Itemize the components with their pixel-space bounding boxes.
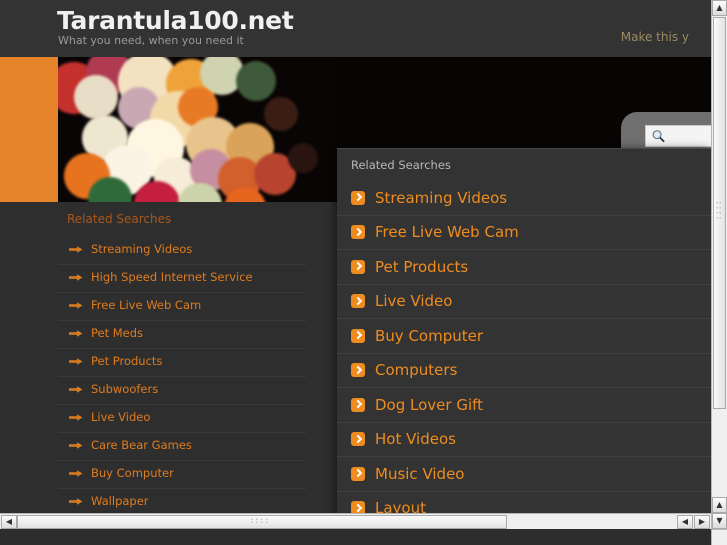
- site-title: Tarantula100.net: [57, 6, 293, 35]
- horizontal-scrollbar[interactable]: ◀ ◀ ▶: [0, 513, 711, 529]
- sidebar-item-label: Live Video: [91, 410, 150, 424]
- sidebar-list-item[interactable]: Pet Meds: [58, 321, 306, 349]
- vertical-scroll-thumb[interactable]: [713, 17, 726, 409]
- overlay-row[interactable]: Pet Products: [337, 250, 711, 285]
- chevron-right-icon: [351, 191, 365, 205]
- scrollbar-corner: [711, 529, 727, 545]
- overlay-item-label: Live Video: [375, 292, 452, 310]
- overlay-item-label: Pet Products: [375, 258, 468, 276]
- overlay-row[interactable]: Computers: [337, 354, 711, 389]
- sidebar-heading: Related Searches: [67, 212, 306, 226]
- sidebar-item-label: Free Live Web Cam: [91, 298, 201, 312]
- chevron-right-icon: [351, 432, 365, 446]
- sidebar-item-label: Pet Meds: [91, 326, 143, 340]
- sidebar-list-item[interactable]: Care Bear Games: [58, 433, 306, 461]
- scroll-right-button[interactable]: ▶: [694, 515, 710, 529]
- scroll-up-button-secondary[interactable]: ▲: [712, 497, 727, 513]
- overlay-item-label: Computers: [375, 361, 457, 379]
- overlay-item-label: Dog Lover Gift: [375, 396, 483, 414]
- sidebar-item-label: Care Bear Games: [91, 438, 192, 452]
- chevron-right-icon: [351, 294, 365, 308]
- overlay-row[interactable]: Live Video: [337, 285, 711, 320]
- vertical-scrollbar[interactable]: ▲ ▲ ▼: [711, 0, 727, 545]
- down-arrow-icon: ▼: [716, 517, 722, 525]
- make-homepage-link[interactable]: Make this y: [621, 30, 689, 44]
- chevron-right-icon: [351, 260, 365, 274]
- sidebar-item-label: Pet Products: [91, 354, 162, 368]
- overlay-row[interactable]: Streaming Videos: [337, 181, 711, 216]
- arrow-bullet-icon: [69, 330, 83, 337]
- left-arrow-icon: ◀: [6, 518, 12, 526]
- sidebar-item-label: High Speed Internet Service: [91, 270, 253, 284]
- overlay-column-left: Streaming Videos Free Live Web Cam Pet Pro…: [337, 181, 711, 526]
- horizontal-scroll-thumb[interactable]: [17, 515, 507, 529]
- overlay-item-label: Music Video: [375, 465, 464, 483]
- arrow-bullet-icon: [69, 414, 83, 421]
- chevron-right-icon: [351, 225, 365, 239]
- browser-viewport: Tarantula100.net What you need, when you…: [0, 0, 711, 529]
- overlay-row[interactable]: Buy Computer: [337, 319, 711, 354]
- sidebar-list-item[interactable]: Pet Products: [58, 349, 306, 377]
- arrow-bullet-icon: [69, 302, 83, 309]
- left-arrow-icon-secondary: ◀: [682, 518, 688, 526]
- site-header: Tarantula100.net What you need, when you…: [0, 0, 711, 57]
- sidebar-item-label: Subwoofers: [91, 382, 158, 396]
- arrow-bullet-icon: [69, 498, 83, 505]
- sidebar-list: Streaming Videos High Speed Internet Serv…: [58, 237, 306, 517]
- overlay-row[interactable]: Hot Videos: [337, 423, 711, 458]
- up-arrow-icon-secondary: ▲: [716, 501, 722, 509]
- bokeh-lights-image: [58, 57, 335, 202]
- overlay-heading: Related Searches: [351, 158, 711, 172]
- arrow-bullet-icon: [69, 246, 83, 253]
- overlay-item-label: Free Live Web Cam: [375, 223, 519, 241]
- scroll-down-button[interactable]: ▼: [712, 513, 727, 529]
- arrow-bullet-icon: [69, 442, 83, 449]
- overlay-row[interactable]: Music Video: [337, 457, 711, 492]
- sidebar-related-searches: Related Searches Streaming Videos High Sp…: [58, 212, 306, 517]
- chevron-right-icon: [351, 329, 365, 343]
- sidebar-list-item[interactable]: Free Live Web Cam: [58, 293, 306, 321]
- site-tagline: What you need, when you need it: [58, 34, 244, 47]
- chevron-right-icon: [351, 467, 365, 481]
- sidebar-item-label: Buy Computer: [91, 466, 174, 480]
- overlay-item-label: Buy Computer: [375, 327, 483, 345]
- chevron-right-icon: [351, 363, 365, 377]
- grip-icon: [251, 519, 273, 526]
- banner-orange-block: [0, 57, 58, 202]
- arrow-bullet-icon: [69, 470, 83, 477]
- grip-icon-vertical: [716, 202, 723, 224]
- sidebar-list-item[interactable]: Streaming Videos: [58, 237, 306, 265]
- arrow-bullet-icon: [69, 274, 83, 281]
- overlay-grid: Streaming Videos Free Live Web Cam Pet Pro…: [337, 181, 711, 526]
- sidebar-list-item[interactable]: Live Video: [58, 405, 306, 433]
- chevron-right-icon: [351, 398, 365, 412]
- overlay-item-label: Hot Videos: [375, 430, 456, 448]
- arrow-bullet-icon: [69, 358, 83, 365]
- up-arrow-icon: ▲: [716, 4, 722, 12]
- sidebar-list-item[interactable]: High Speed Internet Service: [58, 265, 306, 293]
- arrow-bullet-icon: [69, 386, 83, 393]
- overlay-row[interactable]: Dog Lover Gift: [337, 388, 711, 423]
- sidebar-list-item[interactable]: Subwoofers: [58, 377, 306, 405]
- scroll-up-button[interactable]: ▲: [712, 0, 727, 16]
- search-input[interactable]: [645, 125, 711, 147]
- right-arrow-icon: ▶: [699, 518, 705, 526]
- scroll-left-button-secondary[interactable]: ◀: [677, 515, 693, 529]
- scroll-left-button[interactable]: ◀: [1, 515, 17, 529]
- magnifier-icon: [651, 129, 666, 144]
- sidebar-item-label: Streaming Videos: [91, 242, 192, 256]
- sidebar-item-label: Wallpaper: [91, 494, 149, 508]
- related-searches-overlay: Related Searches Streaming Videos Free Li…: [337, 148, 711, 529]
- overlay-row[interactable]: Free Live Web Cam: [337, 216, 711, 251]
- overlay-item-label: Streaming Videos: [375, 189, 507, 207]
- sidebar-list-item[interactable]: Buy Computer: [58, 461, 306, 489]
